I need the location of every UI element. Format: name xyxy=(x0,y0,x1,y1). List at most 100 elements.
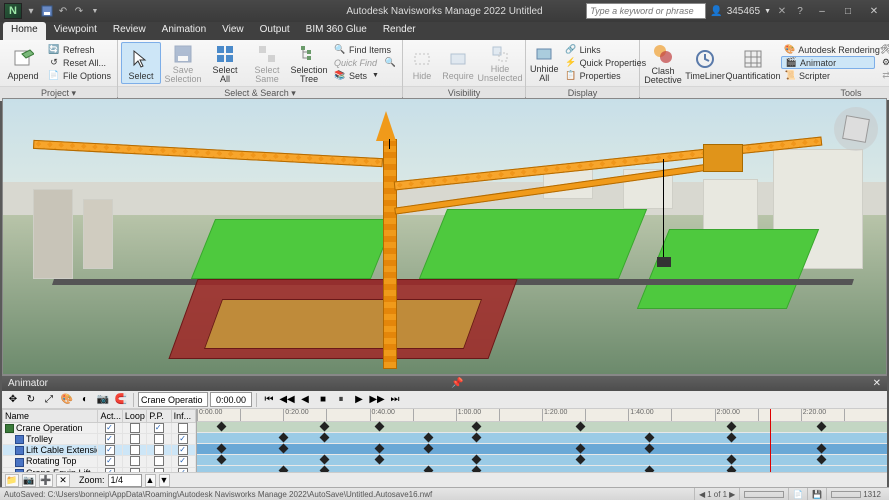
col-pp[interactable]: P.P. xyxy=(147,410,171,423)
qat-save-icon[interactable] xyxy=(40,4,54,18)
help-search-input[interactable] xyxy=(586,3,706,19)
tab-bim360[interactable]: BIM 360 Glue xyxy=(298,22,375,40)
hide-unselected-button[interactable]: Hide Unselected xyxy=(478,42,522,84)
anim-scale-icon[interactable]: ⤢ xyxy=(41,392,57,408)
timeline-track[interactable] xyxy=(197,455,887,466)
col-loop[interactable]: Loop xyxy=(122,410,146,423)
compare-button[interactable]: ⇄Compare xyxy=(877,69,889,82)
delete-button[interactable]: ✕ xyxy=(56,474,70,487)
help-icon[interactable]: ? xyxy=(793,4,807,18)
timeliner-button[interactable]: TimeLiner xyxy=(685,42,725,84)
app-logo[interactable]: N xyxy=(4,3,22,19)
select-all-button[interactable]: Select All xyxy=(205,42,245,84)
select-button[interactable]: Select xyxy=(121,42,161,84)
col-inf[interactable]: Inf... xyxy=(171,410,195,423)
animator-close-button[interactable]: ✕ xyxy=(873,378,881,389)
refresh-button[interactable]: 🔄Refresh xyxy=(45,43,114,56)
quick-find-input[interactable]: Quick Find🔍 xyxy=(331,56,399,69)
anim-capture-icon[interactable]: 📷 xyxy=(95,392,111,408)
sheet-nav[interactable]: ◀ 1 of 1 ▶ xyxy=(694,488,739,500)
col-name[interactable]: Name xyxy=(3,410,98,423)
animator-pin-button[interactable]: 📌 xyxy=(451,378,463,389)
find-icon: 🔍 xyxy=(334,44,346,56)
scripter-button[interactable]: 📜Scripter xyxy=(781,69,875,82)
anim-row[interactable]: Crane Operation xyxy=(3,423,196,434)
find-items-button[interactable]: 🔍Find Items xyxy=(331,43,399,56)
rewind-button[interactable]: ⏮ xyxy=(261,392,277,408)
animator-timeline[interactable]: 0:00.000:20.000:40.001:00.001:20.001:40.… xyxy=(197,409,887,472)
anim-translate-icon[interactable]: ✥ xyxy=(5,392,21,408)
animator-panel: Animator 📌 ✕ ✥ ↻ ⤢ 🎨 ◐ 📷 🧲 ⏮ ◀◀ ◀ ■ ⏸ ▶ … xyxy=(2,375,887,487)
maximize-button[interactable]: □ xyxy=(837,3,859,19)
signin-icon[interactable]: 👤 xyxy=(710,6,722,17)
add-scene-button[interactable]: 📁 xyxy=(5,474,19,487)
zoom-down-button[interactable]: ▼ xyxy=(159,474,170,487)
links-button[interactable]: 🔗Links xyxy=(562,43,650,56)
hide-button[interactable]: Hide xyxy=(406,42,438,84)
zoom-input[interactable] xyxy=(108,474,142,487)
zoom-up-button[interactable]: ▲ xyxy=(145,474,156,487)
user-id[interactable]: 345465 xyxy=(727,6,760,17)
file-options-button[interactable]: 📄File Options xyxy=(45,69,114,82)
refresh-icon: 🔄 xyxy=(48,44,60,56)
tab-view[interactable]: View xyxy=(214,22,252,40)
clash-detective-button[interactable]: Clash Detective xyxy=(643,42,683,84)
anim-rotate-icon[interactable]: ↻ xyxy=(23,392,39,408)
scripter-icon: 📜 xyxy=(784,70,796,82)
pause-button[interactable]: ⏸ xyxy=(333,392,349,408)
sets-button[interactable]: 📚Sets▼ xyxy=(331,69,399,82)
timeline-track[interactable] xyxy=(197,466,887,472)
quick-properties-button[interactable]: ⚡Quick Properties xyxy=(562,56,650,69)
timeline-track[interactable] xyxy=(197,433,887,444)
exchange-icon[interactable]: ✕ xyxy=(775,4,789,18)
reset-all-button[interactable]: ↺Reset All... xyxy=(45,56,114,69)
time-display[interactable] xyxy=(210,392,252,407)
qat-dropdown-icon[interactable]: ▼ xyxy=(88,4,102,18)
tab-animation[interactable]: Animation xyxy=(154,22,214,40)
tab-review[interactable]: Review xyxy=(105,22,154,40)
tab-home[interactable]: Home xyxy=(3,22,46,40)
step-back-button[interactable]: ◀◀ xyxy=(279,392,295,408)
anim-color-icon[interactable]: 🎨 xyxy=(59,392,75,408)
play-button[interactable]: ▶ xyxy=(351,392,367,408)
animator-button[interactable]: 🎬Animator xyxy=(781,56,875,69)
qat-open-icon[interactable]: ▾ xyxy=(24,4,38,18)
anim-transparency-icon[interactable]: ◐ xyxy=(77,392,93,408)
autodesk-rendering-button[interactable]: 🎨Autodesk Rendering xyxy=(781,43,875,56)
anim-snap-icon[interactable]: 🧲 xyxy=(113,392,129,408)
add-animation-button[interactable]: ➕ xyxy=(39,474,53,487)
step-fwd-button[interactable]: ▶▶ xyxy=(369,392,385,408)
3d-viewport[interactable] xyxy=(2,98,887,375)
batch-utility-button[interactable]: ⚙Batch Utility xyxy=(877,56,889,69)
anim-row[interactable]: Lift Cable Extension xyxy=(3,445,196,456)
qat-redo-icon[interactable]: ↷ xyxy=(72,4,86,18)
anim-row[interactable]: Trolley xyxy=(3,434,196,445)
save-selection-button[interactable]: Save Selection xyxy=(163,42,203,84)
unhide-all-button[interactable]: Unhide All xyxy=(529,42,560,84)
anim-row[interactable]: Rotating Top xyxy=(3,456,196,467)
selection-tree-button[interactable]: Selection Tree xyxy=(289,42,329,84)
tab-output[interactable]: Output xyxy=(252,22,298,40)
add-camera-button[interactable]: 📷 xyxy=(22,474,36,487)
qat-undo-icon[interactable]: ↶ xyxy=(56,4,70,18)
timeline-track[interactable] xyxy=(197,422,887,433)
appearance-profiler-button[interactable]: 🛠Appearance Profiler xyxy=(877,43,889,56)
tab-render[interactable]: Render xyxy=(375,22,424,40)
stop-button[interactable]: ■ xyxy=(315,392,331,408)
close-button[interactable]: ✕ xyxy=(863,3,885,19)
timeline-track[interactable] xyxy=(197,444,887,455)
minimize-button[interactable]: – xyxy=(811,3,833,19)
scene-picker[interactable] xyxy=(138,392,208,407)
tab-viewpoint[interactable]: Viewpoint xyxy=(46,22,105,40)
status-disk: 💾 xyxy=(807,488,826,500)
animator-tree[interactable]: Name Act... Loop P.P. Inf... Crane Opera… xyxy=(2,409,197,472)
play-back-button[interactable]: ◀ xyxy=(297,392,313,408)
viewcube[interactable] xyxy=(834,107,878,151)
col-active[interactable]: Act... xyxy=(98,410,122,423)
end-button[interactable]: ⏭ xyxy=(387,392,403,408)
select-same-button[interactable]: Select Same xyxy=(247,42,287,84)
require-button[interactable]: Require xyxy=(440,42,476,84)
properties-button[interactable]: 📋Properties xyxy=(562,69,650,82)
quantification-button[interactable]: Quantification xyxy=(727,42,779,84)
append-button[interactable]: Append xyxy=(3,42,43,84)
